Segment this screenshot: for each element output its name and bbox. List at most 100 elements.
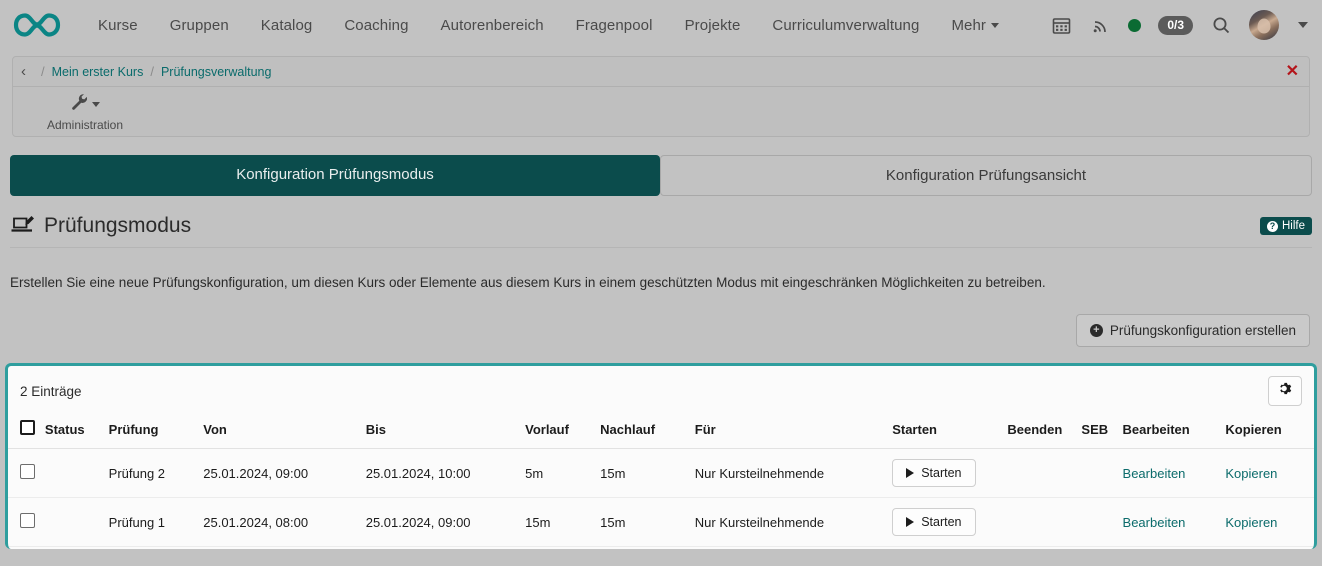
cell-kopieren: Kopieren [1221,449,1314,498]
toolbar-item-label: Administration [47,118,123,132]
breadcrumb: ‹ / Mein erster Kurs / Prüfungsverwaltun… [13,57,1309,87]
chevron-down-icon [92,102,100,107]
nav-label: Kurse [98,17,138,34]
nav-label: Katalog [261,17,313,34]
nav-item-katalog[interactable]: Katalog [245,11,329,40]
column-header-von[interactable]: Von [199,412,361,449]
column-header-pruefung[interactable]: Prüfung [105,412,200,449]
edit-link[interactable]: Bearbeiten [1123,515,1186,530]
column-header-bis[interactable]: Bis [362,412,521,449]
nav-label: Mehr [951,17,986,34]
column-header-beenden[interactable]: Beenden [1003,412,1077,449]
nav-item-kurse[interactable]: Kurse [82,11,154,40]
select-all-checkbox[interactable] [20,420,35,435]
rss-icon[interactable] [1089,14,1111,36]
cell-seb [1077,498,1118,547]
copy-link[interactable]: Kopieren [1225,515,1277,530]
top-navigation-bar: Kurse Gruppen Katalog Coaching Autorenbe… [0,0,1322,50]
main-nav-items: Kurse Gruppen Katalog Coaching Autorenbe… [82,11,1015,40]
configuration-tabs: Konfiguration Prüfungsmodus Konfiguratio… [0,137,1322,196]
cell-starten: Starten [888,498,1003,547]
cell-beenden [1003,449,1077,498]
course-toolbar: Administration [13,87,1309,136]
help-label: Hilfe [1282,220,1305,232]
breadcrumb-separator: / [143,64,161,79]
help-button[interactable]: ? Hilfe [1260,217,1312,235]
cell-kopieren: Kopieren [1221,498,1314,547]
close-icon[interactable]: ✕ [1286,64,1299,80]
column-header-vorlauf[interactable]: Vorlauf [521,412,596,449]
edit-link[interactable]: Bearbeiten [1123,466,1186,481]
nav-item-coaching[interactable]: Coaching [328,11,424,40]
table-header-row: Status Prüfung Von Bis Vorlauf Nachlauf … [8,412,1314,449]
column-header-fuer[interactable]: Für [691,412,888,449]
nav-item-autorenbereich[interactable]: Autorenbereich [425,11,560,40]
cell-status [41,449,105,498]
breadcrumb-back-chevron-left-icon[interactable]: ‹ [21,63,34,80]
start-exam-button[interactable]: Starten [892,508,975,536]
column-header-status[interactable]: Status [41,412,105,449]
cell-vorlauf: 15m [521,498,596,547]
play-icon [906,468,914,478]
nav-item-mehr[interactable]: Mehr [935,11,1015,40]
column-header-nachlauf[interactable]: Nachlauf [596,412,691,449]
breadcrumb-panel: ‹ / Mein erster Kurs / Prüfungsverwaltun… [12,56,1310,137]
nav-label: Gruppen [170,17,229,34]
cell-nachlauf: 15m [596,498,691,547]
cell-bis: 25.01.2024, 09:00 [362,498,521,547]
row-select-cell [8,449,41,498]
entries-count-label: 2 Einträge [20,384,82,399]
plus-circle-icon: + [1090,324,1103,337]
chevron-down-icon [991,23,999,28]
calendar-icon[interactable] [1050,14,1072,36]
nav-item-gruppen[interactable]: Gruppen [154,11,245,40]
task-count-badge[interactable]: 0/3 [1158,16,1193,35]
table-toolbar: 2 Einträge [8,366,1314,412]
cell-fuer: Nur Kursteilnehmende [691,449,888,498]
row-checkbox[interactable] [20,513,35,528]
cell-von: 25.01.2024, 08:00 [199,498,361,547]
question-circle-icon: ? [1267,221,1278,232]
nav-item-fragenpool[interactable]: Fragenpool [560,11,669,40]
cell-bearbeiten: Bearbeiten [1119,498,1222,547]
play-icon [906,517,914,527]
column-header-seb[interactable]: SEB [1077,412,1118,449]
cell-nachlauf: 15m [596,449,691,498]
breadcrumb-item-pruefungsverwaltung[interactable]: Prüfungsverwaltung [161,65,271,79]
search-icon[interactable] [1210,14,1232,36]
avatar-chevron-down-icon[interactable] [1298,22,1308,28]
select-all-header [8,412,41,449]
nav-label: Fragenpool [576,17,653,34]
header-actions: 0/3 [1050,10,1308,40]
cell-vorlauf: 5m [521,449,596,498]
cell-von: 25.01.2024, 09:00 [199,449,361,498]
toolbar-item-administration[interactable]: Administration [47,93,123,132]
cell-fuer: Nur Kursteilnehmende [691,498,888,547]
cell-seb [1077,449,1118,498]
nav-item-projekte[interactable]: Projekte [669,11,757,40]
row-checkbox[interactable] [20,464,35,479]
create-exam-configuration-button[interactable]: + Prüfungskonfiguration erstellen [1076,314,1310,347]
nav-label: Curriculumverwaltung [772,17,919,34]
column-header-starten[interactable]: Starten [888,412,1003,449]
nav-item-curriculumverwaltung[interactable]: Curriculumverwaltung [756,11,935,40]
page-description: Erstellen Sie eine neue Prüfungskonfigur… [10,274,1312,292]
column-header-kopieren[interactable]: Kopieren [1221,412,1314,449]
tab-label: Konfiguration Prüfungsansicht [886,167,1086,184]
table-settings-button[interactable] [1268,376,1302,406]
table-body: Prüfung 2 25.01.2024, 09:00 25.01.2024, … [8,449,1314,547]
cell-pruefung: Prüfung 2 [105,449,200,498]
cell-bis: 25.01.2024, 10:00 [362,449,521,498]
tab-konfiguration-pruefungsmodus[interactable]: Konfiguration Prüfungsmodus [10,155,660,196]
user-avatar[interactable] [1249,10,1279,40]
nav-label: Projekte [685,17,741,34]
breadcrumb-item-course[interactable]: Mein erster Kurs [52,65,144,79]
copy-link[interactable]: Kopieren [1225,466,1277,481]
cell-bearbeiten: Bearbeiten [1119,449,1222,498]
tab-label: Konfiguration Prüfungsmodus [236,166,434,183]
breadcrumb-separator: / [34,64,52,79]
column-header-bearbeiten[interactable]: Bearbeiten [1119,412,1222,449]
tab-konfiguration-pruefungsansicht[interactable]: Konfiguration Prüfungsansicht [660,155,1312,196]
start-exam-button[interactable]: Starten [892,459,975,487]
infinity-logo-icon[interactable] [12,8,64,42]
